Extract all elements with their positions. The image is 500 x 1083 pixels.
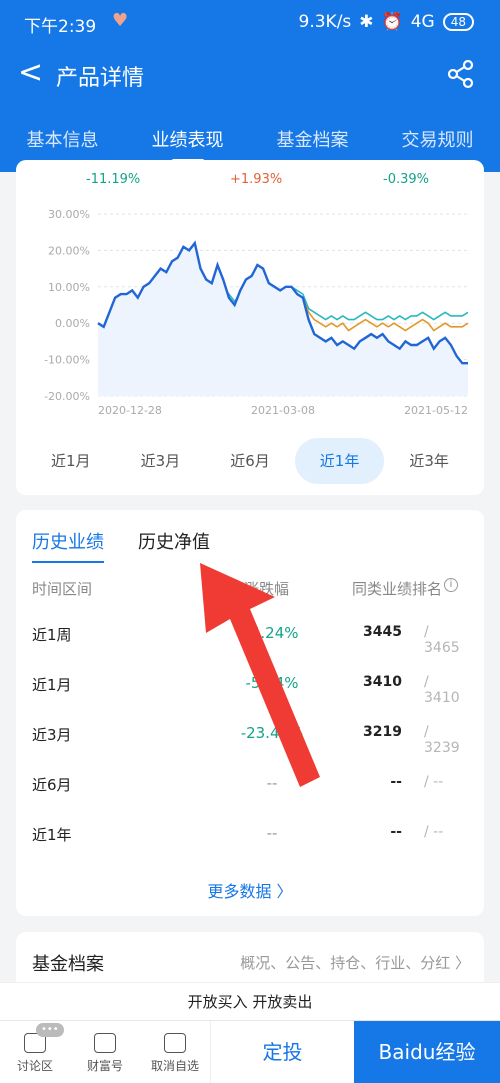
period-1y[interactable]: 近1年 [294, 438, 385, 484]
unwatch-button[interactable]: 取消自选 [140, 1021, 210, 1083]
row-rank: -- [390, 824, 402, 840]
row-period: 近6月 [32, 776, 72, 794]
y-tick-label: 10.00% [48, 281, 90, 294]
table-row: 近3月 -23.46% 3219 / 3239 [32, 724, 468, 756]
status-time: 下午2:39 [24, 17, 97, 37]
y-tick-label: -10.00% [44, 354, 90, 367]
health-icon: ♥ [112, 10, 129, 31]
row-rank: 3219 [363, 724, 402, 740]
row-rank: -- [390, 774, 402, 790]
history-card: 历史业绩 历史净值 时间区间 涨跌幅 同类业绩排名 i 近1周 -4.24% 34… [16, 510, 484, 916]
wealth-label: 财富号 [86, 1059, 123, 1073]
tab-history-nav[interactable]: 历史净值 [138, 528, 210, 554]
wealth-button[interactable]: 财富号 [70, 1021, 140, 1083]
row-change: -4.24% [245, 624, 299, 642]
row-period: 近1月 [32, 676, 72, 694]
row-change: -- [266, 774, 278, 792]
minus-box-icon [164, 1033, 186, 1053]
archive-label: 基金档案 [32, 954, 104, 975]
more-data-link[interactable]: 更多数据 〉 [16, 878, 484, 902]
period-3y[interactable]: 近3年 [384, 438, 474, 484]
series-area [98, 243, 468, 396]
nav-bar: < 产品详情 [0, 44, 500, 106]
col-change: 涨跌幅 [244, 580, 290, 598]
trade-status: 开放买入 开放卖出 [0, 982, 500, 1020]
row-rank: 3445 [363, 624, 402, 640]
dingtou-button[interactable]: 定投 [210, 1021, 354, 1083]
return-index: -0.39% [383, 172, 429, 187]
period-3m[interactable]: 近3月 [116, 438, 206, 484]
col-period: 时间区间 [32, 580, 93, 598]
y-tick-label: 20.00% [48, 244, 90, 257]
y-tick-label: 0.00% [55, 317, 90, 330]
row-period: 近3月 [32, 726, 72, 744]
return-peer: +1.93% [230, 172, 283, 187]
bluetooth-icon: ✱ [359, 12, 374, 32]
app-header: 下午2:39 ♥ 9.3K/s ✱ ⏰ 4G 48 < 产品详情 基本信息 业绩… [0, 0, 500, 172]
table-row: 近1周 -4.24% 3445 / 3465 [32, 624, 468, 656]
row-total: / -- [424, 774, 444, 790]
buy-button[interactable]: Baidu经验 [354, 1021, 500, 1083]
row-rank: 3410 [363, 674, 402, 690]
tab-history-performance[interactable]: 历史业绩 [32, 528, 104, 563]
status-bar: 下午2:39 ♥ 9.3K/s ✱ ⏰ 4G 48 [0, 0, 500, 44]
period-selector: 近1月 近3月 近6月 近1年 近3年 [26, 438, 474, 484]
table-row: 近1年 -- -- / -- [32, 824, 468, 854]
x-tick-label: 2021-03-08 [251, 404, 315, 417]
forum-button[interactable]: ••• 讨论区 [0, 1021, 70, 1083]
row-period: 近1年 [32, 826, 72, 844]
net-speed: 9.3K/s [298, 12, 352, 32]
back-icon[interactable]: < [18, 58, 46, 92]
share-icon[interactable] [446, 59, 476, 89]
row-change: -5.44% [245, 674, 299, 692]
performance-chart[interactable]: 30.00% 20.00% 10.00% 0.00% -10.00% -20.00% 202… [16, 196, 484, 432]
row-total: / -- [424, 824, 444, 840]
network-label: 4G [410, 12, 435, 32]
store-icon [94, 1033, 116, 1053]
status-right: 9.3K/s ✱ ⏰ 4G 48 [299, 12, 474, 32]
row-total: / 3239 [424, 724, 460, 756]
bottom-bar: ••• 讨论区 财富号 取消自选 定投 Baidu经验 [0, 1020, 500, 1083]
info-icon[interactable]: i [444, 578, 459, 592]
unwatch-label: 取消自选 [150, 1059, 199, 1073]
row-change: -23.46% [240, 724, 304, 742]
row-total: / 3465 [424, 624, 460, 656]
forum-badge: ••• [36, 1023, 64, 1037]
y-tick-label: -20.00% [44, 390, 90, 403]
archive-desc: 概况、公告、持仓、行业、分红 〉 [240, 954, 470, 972]
period-1m[interactable]: 近1月 [26, 438, 116, 484]
page-title: 产品详情 [56, 66, 145, 91]
alarm-icon: ⏰ [381, 12, 403, 32]
return-fund: -11.19% [86, 172, 141, 187]
x-tick-label: 2021-05-12 [404, 404, 468, 417]
table-row: 近1月 -5.44% 3410 / 3410 [32, 674, 468, 706]
y-tick-label: 30.00% [48, 208, 90, 221]
row-period: 近1周 [32, 626, 72, 644]
battery-icon: 48 [442, 13, 474, 31]
table-row: 近6月 -- -- / -- [32, 774, 468, 804]
col-rank: 同类业绩排名 i [352, 578, 459, 599]
x-tick-label: 2020-12-28 [98, 404, 162, 417]
row-total: / 3410 [424, 674, 460, 706]
history-tabs: 历史业绩 历史净值 [32, 528, 210, 563]
performance-chart-card: -11.19% +1.93% -0.39% 30.00% 20.00% 10.00%… [16, 160, 484, 495]
period-6m[interactable]: 近6月 [205, 438, 295, 484]
forum-label: 讨论区 [16, 1059, 53, 1073]
col-rank-label: 同类业绩排名 [352, 580, 443, 598]
row-change: -- [266, 824, 278, 842]
